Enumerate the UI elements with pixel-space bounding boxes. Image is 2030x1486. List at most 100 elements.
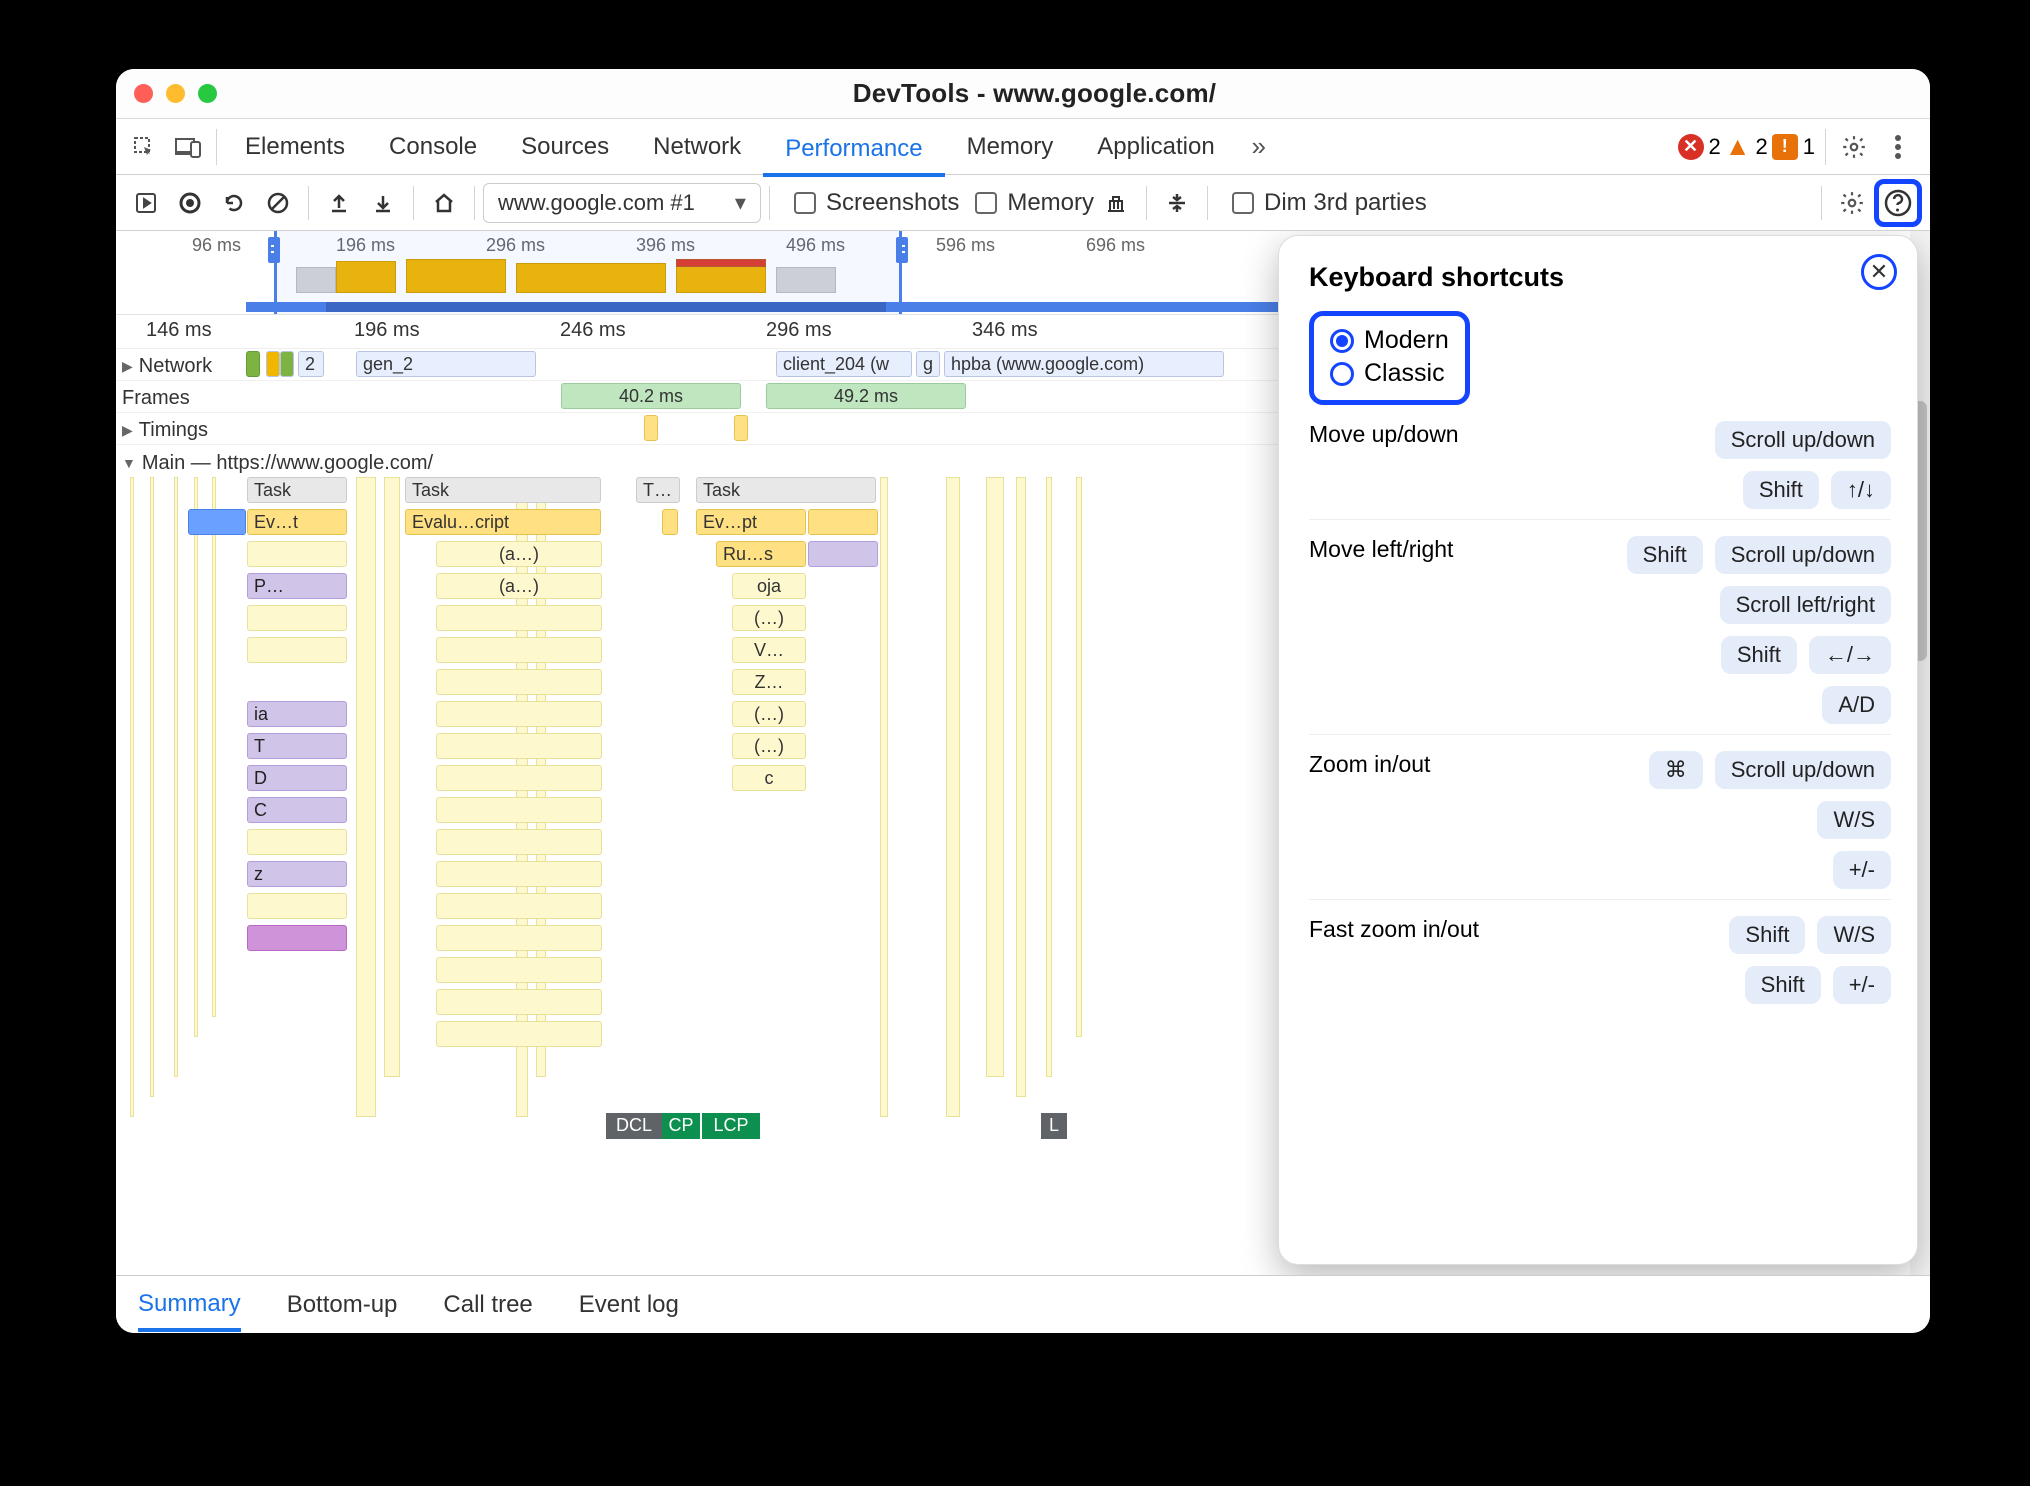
home-icon[interactable] (422, 181, 466, 225)
flame-item[interactable]: c (732, 765, 806, 791)
upload-icon[interactable] (317, 181, 361, 225)
tab-call-tree[interactable]: Call tree (443, 1291, 532, 1319)
flame-item[interactable]: (a…) (436, 541, 602, 567)
flame-item[interactable] (436, 861, 602, 887)
network-item[interactable]: 2 (298, 351, 324, 377)
issues-badge[interactable]: !1 (1772, 134, 1815, 160)
flame-item[interactable] (436, 829, 602, 855)
flame-item[interactable]: Z… (732, 669, 806, 695)
flame-item[interactable]: C (247, 797, 347, 823)
close-window-button[interactable] (134, 84, 153, 103)
flame-item[interactable]: (a…) (436, 573, 602, 599)
expand-icon[interactable]: ▶ (122, 422, 133, 439)
collapse-icon[interactable] (1155, 181, 1199, 225)
network-item[interactable]: gen_2 (356, 351, 536, 377)
mode-modern-radio[interactable]: Modern (1330, 324, 1449, 357)
flame-item[interactable]: Ev…pt (696, 509, 806, 535)
network-item[interactable] (246, 351, 260, 377)
flame-item[interactable] (247, 893, 347, 919)
flame-item[interactable] (436, 925, 602, 951)
collapse-icon[interactable]: ▼ (122, 455, 136, 471)
reload-icon[interactable] (212, 181, 256, 225)
flame-item[interactable] (436, 957, 602, 983)
network-track-label[interactable]: ▶Network (116, 349, 246, 380)
flame-item[interactable] (436, 893, 602, 919)
help-icon[interactable] (1879, 184, 1917, 222)
inspect-icon[interactable] (122, 125, 166, 169)
tab-performance[interactable]: Performance (763, 121, 944, 177)
record-icon[interactable] (168, 181, 212, 225)
capture-settings-icon[interactable] (1830, 181, 1874, 225)
tab-bottom-up[interactable]: Bottom-up (287, 1291, 398, 1319)
flame-item[interactable] (247, 541, 347, 567)
flame-item[interactable] (436, 605, 602, 631)
timing-marker[interactable] (734, 415, 748, 441)
expand-icon[interactable]: ▶ (122, 358, 133, 375)
network-item[interactable]: g (916, 351, 940, 377)
flame-item[interactable] (436, 669, 602, 695)
download-icon[interactable] (361, 181, 405, 225)
network-item[interactable]: hpba (www.google.com) (944, 351, 1224, 377)
warning-badge[interactable]: ▲2 (1725, 131, 1768, 162)
load-marker[interactable]: L (1041, 1113, 1067, 1139)
flame-item[interactable]: (…) (732, 605, 806, 631)
flame-item[interactable] (808, 509, 878, 535)
gc-icon[interactable] (1094, 181, 1138, 225)
zoom-window-button[interactable] (198, 84, 217, 103)
flame-task[interactable]: Task (696, 477, 876, 503)
flame-item[interactable] (436, 733, 602, 759)
flame-item[interactable] (247, 829, 347, 855)
flame-task[interactable]: Task (405, 477, 601, 503)
clear-icon[interactable] (256, 181, 300, 225)
toggle-record-panel-icon[interactable] (124, 181, 168, 225)
minimize-window-button[interactable] (166, 84, 185, 103)
settings-icon[interactable] (1832, 125, 1876, 169)
dcl-marker[interactable]: DCL (606, 1113, 662, 1139)
flame-item[interactable] (808, 541, 878, 567)
tab-event-log[interactable]: Event log (579, 1291, 679, 1319)
screenshots-checkbox[interactable]: Screenshots (794, 189, 959, 217)
tab-network[interactable]: Network (631, 119, 763, 175)
network-item[interactable] (280, 351, 294, 377)
frames-track-label[interactable]: Frames (116, 381, 246, 412)
more-tabs-icon[interactable]: » (1237, 125, 1281, 169)
flame-item[interactable] (436, 637, 602, 663)
tab-console[interactable]: Console (367, 119, 499, 175)
device-toolbar-icon[interactable] (166, 125, 210, 169)
dim-3rd-parties-checkbox[interactable]: Dim 3rd parties (1232, 189, 1427, 217)
tab-elements[interactable]: Elements (223, 119, 367, 175)
network-item[interactable]: client_204 (w (776, 351, 912, 377)
flame-item[interactable] (247, 925, 347, 951)
timings-track-label[interactable]: ▶Timings (116, 413, 246, 444)
error-badge[interactable]: ✕2 (1678, 134, 1721, 160)
flame-item[interactable] (436, 989, 602, 1015)
flame-item[interactable] (247, 637, 347, 663)
flame-item[interactable] (188, 509, 246, 535)
flame-item[interactable]: oja (732, 573, 806, 599)
tab-sources[interactable]: Sources (499, 119, 631, 175)
flame-task[interactable]: T… (636, 477, 680, 503)
flame-item[interactable]: z (247, 861, 347, 887)
flame-item[interactable] (436, 797, 602, 823)
flame-item[interactable] (436, 1021, 602, 1047)
tab-application[interactable]: Application (1075, 119, 1236, 175)
kebab-menu-icon[interactable] (1876, 125, 1920, 169)
flame-item[interactable]: Ru…s (716, 541, 806, 567)
close-icon[interactable]: ✕ (1861, 254, 1897, 290)
flame-item[interactable]: (…) (732, 733, 806, 759)
memory-checkbox[interactable]: Memory (975, 189, 1094, 217)
flame-item[interactable] (662, 509, 678, 535)
flame-item[interactable]: V… (732, 637, 806, 663)
frame-item[interactable]: 49.2 ms (766, 383, 966, 409)
recording-select[interactable]: www.google.com #1 ▾ (483, 183, 761, 223)
flame-task[interactable]: Task (247, 477, 347, 503)
flame-item[interactable]: Ev…t (247, 509, 347, 535)
network-item[interactable] (266, 351, 280, 377)
cp-marker[interactable]: CP (662, 1113, 700, 1139)
flame-item[interactable]: Evalu…cript (405, 509, 601, 535)
flame-item[interactable] (436, 701, 602, 727)
flame-item[interactable] (436, 765, 602, 791)
flame-item[interactable] (247, 605, 347, 631)
tab-summary[interactable]: Summary (138, 1290, 241, 1332)
timing-marker[interactable] (644, 415, 658, 441)
